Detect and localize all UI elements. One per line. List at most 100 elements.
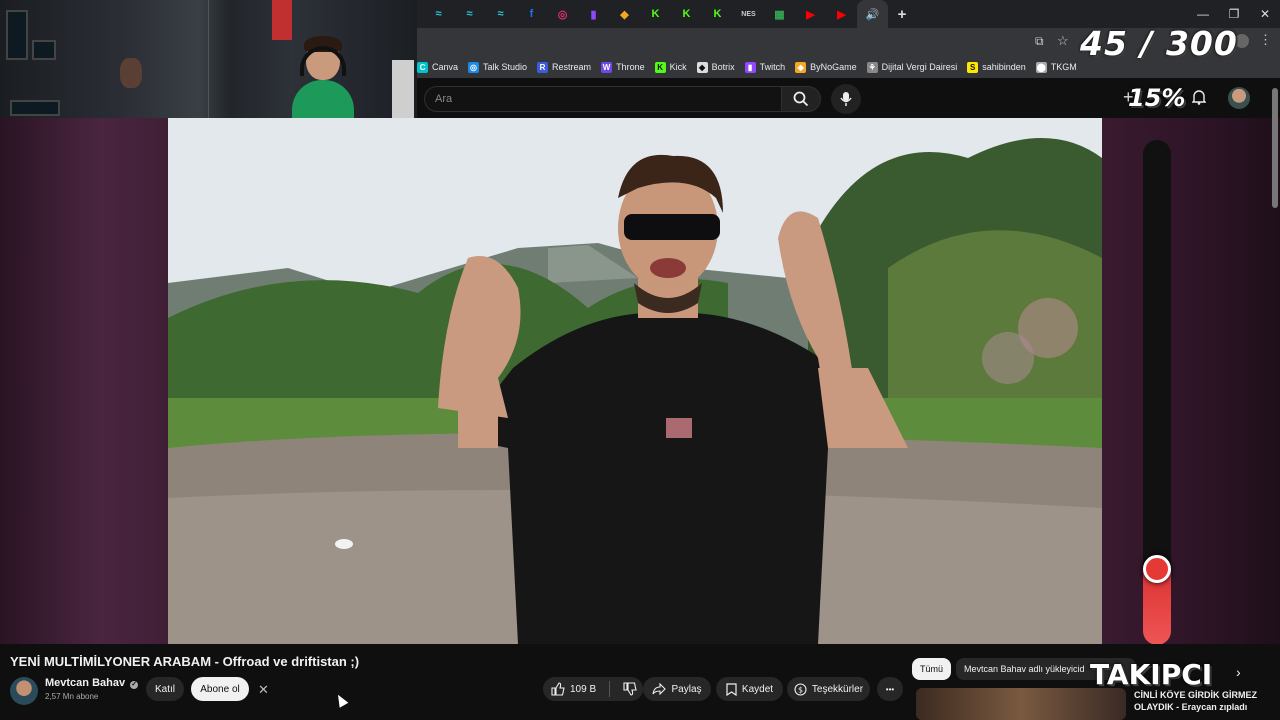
recommended-thumbnail[interactable] [916, 688, 1126, 720]
bookmark-label: ByNoGame [810, 62, 857, 72]
t-icon[interactable]: ≈ [485, 0, 516, 28]
bookmark-item[interactable]: ⬤ TKGM [1035, 61, 1077, 73]
chip-all[interactable]: Tümü [912, 658, 952, 680]
voice-search-button[interactable] [831, 84, 861, 114]
bookmark-item[interactable]: ▮ Twitch [744, 61, 786, 73]
subscribe-label: Abone ol [200, 683, 240, 695]
channel-avatar[interactable] [10, 677, 38, 705]
streamer [292, 36, 354, 118]
recommended-title-line2: OLAYDIK - Eraycan zıpladı [1134, 702, 1248, 712]
video-title: YENİ MULTİMİLYONER ARABAM - Offroad ve d… [10, 654, 360, 669]
video-frame [168, 118, 1102, 644]
webcam-divider [208, 0, 209, 118]
bookmark-favicon-icon: S [967, 61, 979, 73]
facebook-icon[interactable]: f [516, 0, 547, 28]
webcam-overlay [0, 0, 417, 118]
bookmark-label: Botrix [711, 62, 735, 72]
youtube-icon[interactable]: ▶ [795, 0, 826, 28]
video-player[interactable] [168, 118, 1102, 644]
bookmark-item[interactable]: ◆ ByNoGame [795, 61, 857, 73]
bookmark-label: sahibinden [982, 62, 1026, 72]
kick-icon[interactable]: K [640, 0, 671, 28]
share-label: Paylaş [671, 683, 702, 695]
bookmark-favicon-icon: R [537, 61, 549, 73]
new-tab-button[interactable]: + [888, 0, 916, 28]
page-scrollbar[interactable] [1272, 88, 1278, 208]
join-label: Katıl [154, 683, 175, 695]
save-button[interactable]: Kaydet [716, 677, 783, 701]
account-avatar[interactable] [1228, 87, 1250, 109]
more-actions-button[interactable]: ••• [877, 677, 903, 701]
nes-icon[interactable]: NES [733, 0, 764, 28]
bookmark-favicon-icon: C [417, 61, 428, 73]
close-window-icon[interactable]: ✕ [1249, 0, 1280, 28]
bookmark-favicon-icon: ⚘ [866, 61, 878, 73]
bookmark-favicon-icon: ⬤ [1035, 61, 1047, 73]
close-icon[interactable]: ✕ [258, 682, 269, 698]
video-left-ambient [0, 118, 168, 644]
join-button[interactable]: Katıl [146, 677, 184, 701]
webcam-monitor [32, 40, 56, 60]
webcam-chair [392, 60, 414, 118]
menu-icon[interactable]: ⋮ [1259, 32, 1272, 48]
t-icon[interactable]: ≈ [423, 0, 454, 28]
bookmark-star-icon[interactable]: ☆ [1057, 33, 1069, 49]
bookmark-item[interactable]: ⚘ Dijital Vergi Dairesi [866, 61, 957, 73]
recommended-title[interactable]: CİNLİ KÖYE GİRDİK GİRMEZ OLAYDIK - Erayc… [1134, 689, 1257, 713]
bookmark-label: TKGM [1050, 62, 1077, 72]
streamer-shirt [292, 80, 354, 118]
notifications-button[interactable] [1191, 89, 1207, 110]
share-icon [652, 683, 667, 695]
thanks-button[interactable]: $ Teşekkürler [787, 677, 870, 701]
youtube-icon[interactable]: ▶ [826, 0, 857, 28]
bookmark-label: Throne [616, 62, 645, 72]
t-icon[interactable]: ≈ [454, 0, 485, 28]
video-right-ambient [1102, 118, 1280, 644]
bookmark-item[interactable]: ◆ Botrix [696, 61, 735, 73]
kick-icon[interactable]: K [671, 0, 702, 28]
goal-counter: 45 / 300 [1080, 24, 1238, 63]
like-dislike-group: 109 B [543, 677, 643, 701]
bookmark-item[interactable]: W Throne [601, 61, 645, 73]
channel-name-text[interactable]: Mevtcan Bahav [45, 677, 125, 689]
search-input[interactable]: Ara [424, 86, 782, 112]
bookmark-favicon-icon: ◎ [468, 61, 480, 73]
bookmark-item[interactable]: K Kick [654, 61, 687, 73]
subscriber-count: 2,57 Mn abone [45, 692, 99, 701]
webcam-monitor [6, 10, 28, 60]
bookmark-favicon-icon: ◆ [696, 61, 708, 73]
goal-meter [1143, 140, 1171, 645]
kick-icon[interactable]: K [702, 0, 733, 28]
search-icon [793, 91, 809, 107]
bookmark-item[interactable]: Ssahibinden [967, 61, 1026, 73]
bookmark-item[interactable]: R Restream [537, 61, 591, 73]
save-label: Kaydet [741, 683, 774, 695]
like-count[interactable]: 109 B [570, 684, 596, 695]
chevron-right-icon[interactable]: › [1236, 664, 1241, 680]
subscribe-button[interactable]: Abone ol [191, 677, 249, 701]
dislike-icon[interactable] [623, 682, 637, 696]
channel-name[interactable]: Mevtcan Bahav ✓ [45, 677, 139, 689]
bynogame-icon[interactable]: ◆ [609, 0, 640, 28]
verified-icon: ✓ [130, 681, 139, 689]
bookmark-item[interactable]: C Canva [417, 61, 458, 73]
speaker-icon[interactable]: 🔊 [857, 0, 888, 28]
bookmark-label: Twitch [759, 62, 786, 72]
search-button[interactable] [781, 86, 821, 112]
thanks-icon: $ [794, 682, 807, 696]
more-icon: ••• [885, 684, 895, 694]
video-info: YENİ MULTİMİLYONER ARABAM - Offroad ve d… [0, 644, 910, 720]
webcam-red-object [272, 0, 292, 40]
bookmark-label: Talk Studio [483, 62, 528, 72]
twitch-icon[interactable]: ▮ [578, 0, 609, 28]
share-button[interactable]: Paylaş [643, 677, 711, 701]
bookmark-item[interactable]: ◎ Talk Studio [468, 61, 528, 73]
instagram-icon[interactable]: ◎ [547, 0, 578, 28]
thanks-label: Teşekkürler [811, 683, 864, 695]
goal-percent: 15% [1128, 84, 1186, 112]
install-app-icon[interactable]: ⧉ [1035, 34, 1044, 49]
like-icon[interactable] [551, 682, 565, 696]
sheets-icon[interactable]: ▦ [764, 0, 795, 28]
microphone-icon [840, 92, 852, 106]
bell-icon [1191, 90, 1207, 105]
